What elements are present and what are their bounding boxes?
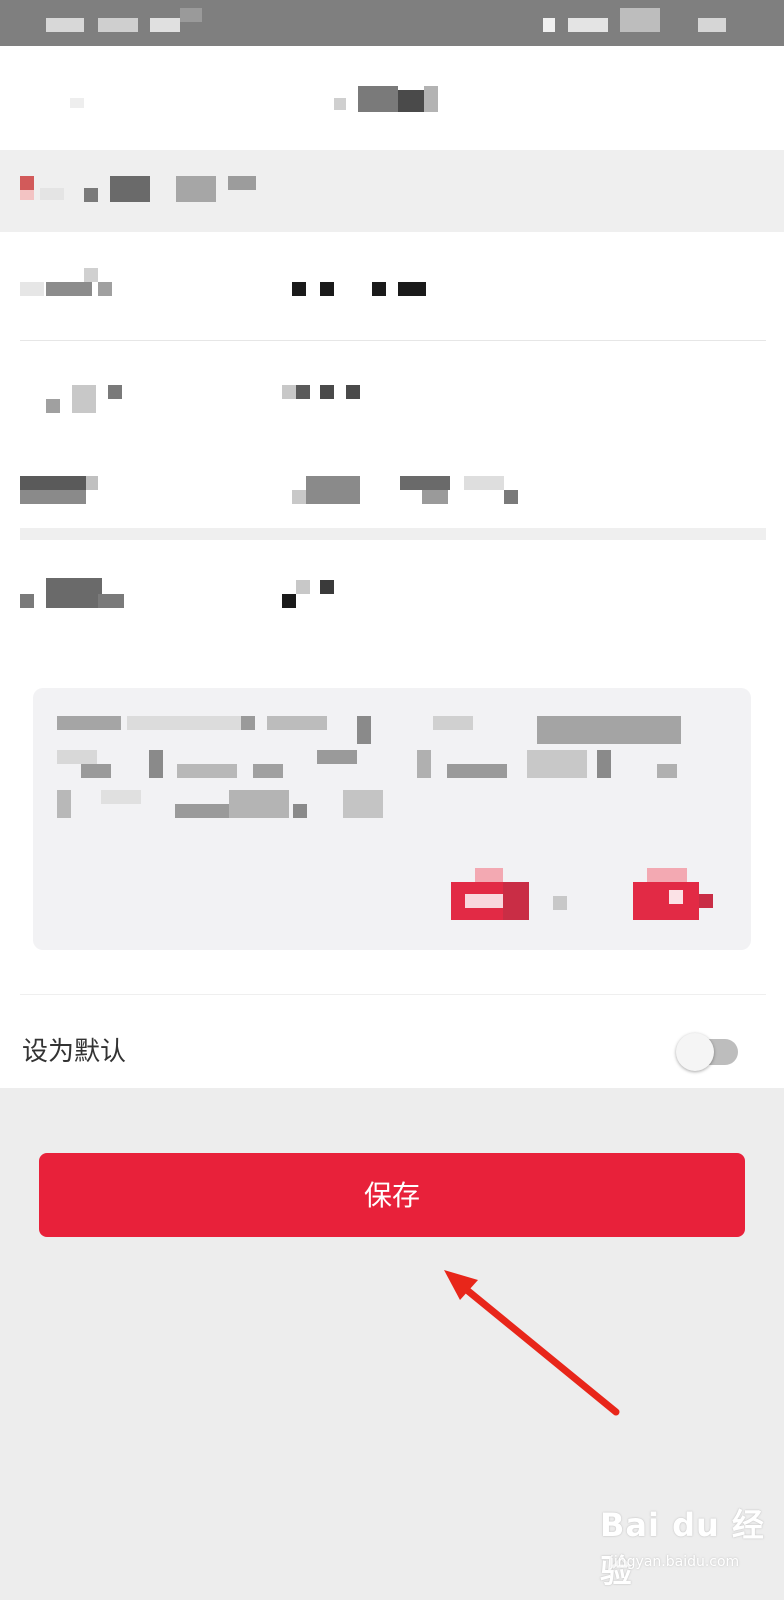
status-time-blur — [46, 18, 84, 32]
status-icon-blur — [180, 8, 202, 22]
arrow-head — [444, 1270, 478, 1300]
baidu-jingyan-watermark: Bai du 经验 jingyan.baidu.com — [600, 1500, 770, 1590]
paste-button[interactable] — [451, 868, 529, 920]
street-label-blur — [20, 578, 130, 608]
set-default-label: 设为默认 — [22, 1037, 127, 1067]
title-bar — [0, 46, 784, 150]
phone-value-blur — [282, 385, 362, 399]
set-default-toggle[interactable] — [676, 1033, 740, 1071]
form-row-name[interactable] — [0, 232, 784, 340]
back-icon[interactable] — [70, 98, 84, 108]
phone-label-blur — [46, 381, 126, 413]
region-label-blur — [20, 476, 100, 504]
form-row-region[interactable] — [0, 442, 784, 532]
toggle-knob — [676, 1033, 714, 1071]
street-value-blur — [282, 580, 342, 610]
notice-icon — [20, 176, 34, 190]
separator-dot — [553, 896, 567, 910]
form-row-phone[interactable] — [0, 341, 784, 441]
status-icon-blur — [150, 18, 180, 32]
signal-icon — [543, 18, 555, 32]
notice-text-blur — [40, 188, 64, 200]
status-bar — [0, 0, 784, 46]
name-value-blur — [292, 282, 432, 296]
address-form — [0, 232, 784, 1088]
watermark-brand: Bai du 经验 — [600, 1506, 765, 1590]
notice-strip — [0, 150, 784, 232]
arrow-shaft — [458, 1282, 620, 1416]
page-title-blur — [334, 86, 438, 112]
battery-icon — [698, 18, 726, 32]
recognize-button[interactable] — [633, 868, 713, 920]
paste-hint-text-blur — [57, 708, 681, 818]
wifi-icon — [620, 8, 660, 32]
region-value-blur — [292, 476, 542, 504]
address-paste-box[interactable] — [33, 688, 751, 950]
status-icon-blur — [98, 18, 138, 32]
name-label-blur — [20, 268, 112, 296]
network-icon — [568, 18, 608, 32]
save-button[interactable]: 保存 — [39, 1153, 745, 1237]
watermark-url: jingyan.baidu.com — [610, 1554, 740, 1570]
form-row-street[interactable] — [0, 540, 784, 630]
